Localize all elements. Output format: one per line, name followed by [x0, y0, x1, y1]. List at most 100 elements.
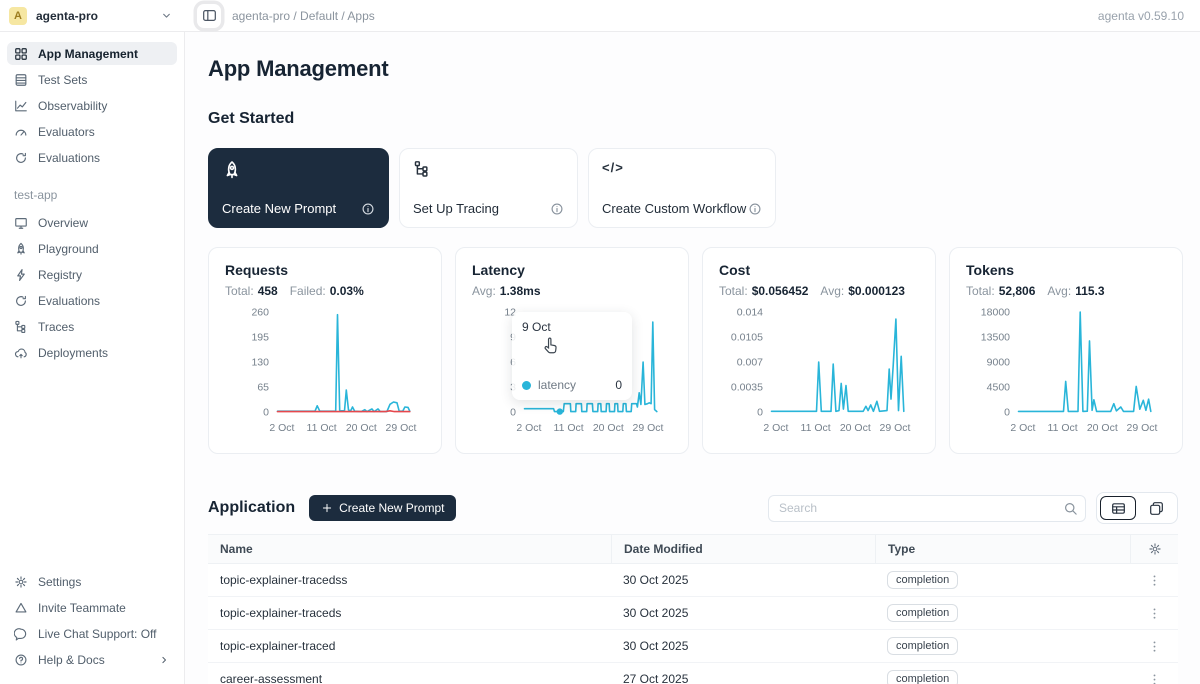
sidebar-item-registry[interactable]: Registry — [7, 263, 177, 286]
svg-text:29 Oct: 29 Oct — [633, 422, 664, 434]
metric-title: Tokens — [966, 262, 1166, 278]
stat-value: $0.000123 — [848, 284, 905, 298]
info-icon[interactable] — [550, 202, 564, 216]
table-view-button[interactable] — [1100, 496, 1136, 520]
sidebar: App Management Test Sets Observability Eval… — [0, 32, 185, 684]
card-view-icon — [1149, 501, 1164, 516]
table-header-row: NameDate ModifiedType — [208, 534, 1178, 564]
stat-label: Total: — [719, 284, 748, 298]
table-row[interactable]: topic-explainer-traceds30 Oct 2025comple… — [208, 597, 1178, 630]
get-started-card-create-new-prompt[interactable]: Create New Prompt — [208, 148, 389, 228]
dots-vertical-icon[interactable] — [1147, 639, 1162, 654]
get-started-card-create-custom-workflow[interactable]: </>Create Custom Workflow — [588, 148, 776, 228]
traces-icon — [14, 320, 28, 334]
stat-value: 458 — [258, 284, 278, 298]
get-started-card-set-up-tracing[interactable]: Set Up Tracing — [399, 148, 578, 228]
sidebar-item-traces[interactable]: Traces — [7, 315, 177, 338]
svg-text:195: 195 — [251, 332, 269, 344]
dots-vertical-icon[interactable] — [1147, 573, 1162, 588]
svg-text:4500: 4500 — [987, 382, 1011, 394]
stat-value: 52,806 — [999, 284, 1036, 298]
type-badge: completion — [887, 637, 958, 655]
sidebar-item-live-chat-support-off[interactable]: Live Chat Support: Off — [7, 622, 177, 645]
gear-icon[interactable] — [1148, 542, 1162, 556]
table-row[interactable]: career-assessment27 Oct 2025completion — [208, 663, 1178, 684]
evaluations-icon — [14, 151, 28, 165]
dots-vertical-icon[interactable] — [1147, 606, 1162, 621]
svg-text:9: 9 — [510, 332, 516, 344]
sidebar-item-deployments[interactable]: Deployments — [7, 341, 177, 364]
svg-text:20 Oct: 20 Oct — [346, 422, 377, 434]
stat-label: Avg: — [1047, 284, 1071, 298]
metric-title: Latency — [472, 262, 672, 278]
row-date-modified: 30 Oct 2025 — [611, 573, 875, 587]
sidebar-item-app-management[interactable]: App Management — [7, 42, 177, 65]
sidebar-item-settings[interactable]: Settings — [7, 570, 177, 593]
row-date-modified: 27 Oct 2025 — [611, 672, 875, 684]
create-button-label: Create New Prompt — [339, 501, 444, 515]
application-title: Application — [208, 499, 295, 517]
sidebar-item-test-sets[interactable]: Test Sets — [7, 68, 177, 91]
sidebar-item-label: Test Sets — [38, 73, 87, 87]
sidebar-item-observability[interactable]: Observability — [7, 94, 177, 117]
main-content: App Management Get Started Create New Pr… — [185, 32, 1200, 684]
sidebar-item-overview[interactable]: Overview — [7, 211, 177, 234]
card-label: Create New Prompt — [222, 201, 336, 216]
metric-chart: 18000135009000450002 Oct11 Oct20 Oct29 O… — [966, 304, 1166, 436]
sidebar-item-playground[interactable]: Playground — [7, 237, 177, 260]
row-actions-menu[interactable] — [1147, 672, 1162, 684]
hand-cursor-icon — [542, 336, 561, 355]
overview-icon — [14, 216, 28, 230]
sidebar-item-label: Invite Teammate — [38, 601, 126, 615]
test-sets-icon — [14, 73, 28, 87]
type-badge: completion — [887, 604, 958, 622]
workspace-avatar: A — [9, 7, 27, 25]
sidebar-item-label: Observability — [38, 99, 107, 113]
sidebar-toggle-button[interactable] — [197, 4, 221, 28]
table-row[interactable]: topic-explainer-traced30 Oct 2025complet… — [208, 630, 1178, 663]
panel-icon — [202, 8, 217, 23]
sidebar-item-help-docs[interactable]: Help & Docs — [7, 648, 177, 671]
sidebar-item-label: Evaluators — [38, 125, 95, 139]
info-icon[interactable] — [748, 202, 762, 216]
evaluators-icon — [14, 125, 28, 139]
grid-icon — [14, 47, 28, 61]
sidebar-item-invite-teammate[interactable]: Invite Teammate — [7, 596, 177, 619]
svg-text:11 Oct: 11 Oct — [1048, 422, 1078, 434]
table-view-icon — [1111, 501, 1126, 516]
info-icon[interactable] — [361, 202, 375, 216]
table-row[interactable]: topic-explainer-tracedss30 Oct 2025compl… — [208, 564, 1178, 597]
sidebar-item-evaluations[interactable]: Evaluations — [7, 146, 177, 169]
sidebar-item-label: Live Chat Support: Off — [38, 627, 157, 641]
stat-label: Total: — [966, 284, 995, 298]
column-header-type[interactable]: Type — [875, 535, 1130, 563]
search-input[interactable] — [768, 495, 1086, 522]
svg-text:0.0035: 0.0035 — [731, 382, 763, 394]
view-toggle — [1096, 492, 1178, 524]
chevron-right-icon — [158, 654, 170, 666]
column-header-date-modified[interactable]: Date Modified — [611, 535, 875, 563]
svg-text:11 Oct: 11 Oct — [801, 422, 831, 434]
row-actions-menu[interactable] — [1147, 573, 1162, 588]
column-settings-gear-icon[interactable] — [1148, 542, 1162, 556]
sidebar-item-label: Playground — [38, 242, 99, 256]
metric-chart: 0.0140.01050.0070.003502 Oct11 Oct20 Oct… — [719, 304, 919, 436]
card-view-button[interactable] — [1138, 496, 1174, 520]
workspace-selector[interactable]: A agenta-pro — [0, 7, 185, 25]
svg-text:2 Oct: 2 Oct — [516, 422, 541, 434]
column-header-name[interactable]: Name — [208, 542, 611, 556]
card-label: Create Custom Workflow — [602, 201, 746, 216]
row-actions-menu[interactable] — [1147, 639, 1162, 654]
stat-value: 115.3 — [1075, 284, 1104, 298]
dots-vertical-icon[interactable] — [1147, 672, 1162, 684]
rocket-icon — [222, 160, 242, 180]
svg-text:0.007: 0.007 — [737, 357, 763, 369]
row-actions-menu[interactable] — [1147, 606, 1162, 621]
get-started-title: Get Started — [208, 110, 1178, 128]
row-name: career-assessment — [208, 672, 611, 684]
sidebar-item-evaluations[interactable]: Evaluations — [7, 289, 177, 312]
sidebar-item-evaluators[interactable]: Evaluators — [7, 120, 177, 143]
create-new-prompt-button[interactable]: Create New Prompt — [309, 495, 456, 521]
search-icon[interactable] — [1063, 501, 1078, 516]
evaluations-icon — [14, 294, 28, 308]
